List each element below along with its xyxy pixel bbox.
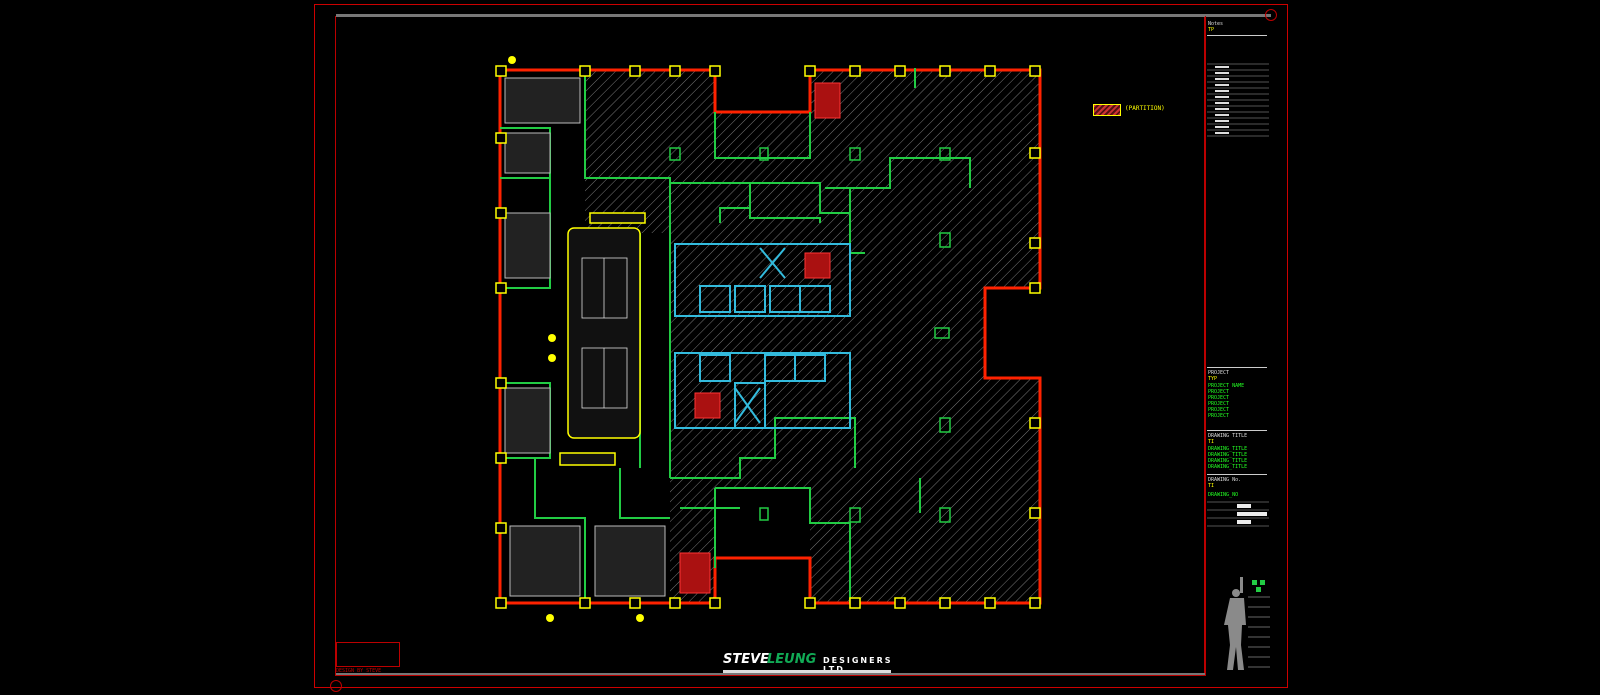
brand-steve: STEVE	[723, 652, 770, 667]
project-rule	[1207, 367, 1267, 368]
modulor-figure-logo	[1224, 577, 1270, 670]
brand-leung: LEUNG	[767, 652, 817, 667]
drawing-title-line-4: DRAWING_TITLE	[1208, 464, 1248, 470]
legend-label: (PARTITION)	[1125, 105, 1165, 112]
brand-bar	[723, 670, 891, 673]
legend-swatch	[1093, 104, 1121, 116]
floor-plan[interactable]	[490, 48, 1060, 628]
drawing-title-rule	[1207, 430, 1267, 431]
revision-table	[1207, 63, 1269, 137]
stamp-text: DESIGN BY STEVE	[336, 668, 382, 674]
corner-mark-bottom-left	[330, 680, 342, 692]
drawing-no-value: DRAWING_NO	[1208, 492, 1239, 498]
project-code: TYP	[1208, 376, 1218, 382]
drawing-title-code: TI	[1208, 439, 1215, 445]
notes-rule	[1207, 35, 1267, 36]
sheet-info-table	[1207, 501, 1269, 527]
project-line-6: PROJECT	[1208, 413, 1230, 419]
drawing-no-rule	[1207, 474, 1267, 475]
stamp-box	[336, 642, 400, 667]
company-logo: STEVE LEUNG DESIGNERS LTD	[723, 652, 893, 674]
notes-sub: TP	[1208, 27, 1215, 33]
drawing-no-code: TI	[1208, 483, 1215, 489]
workstation-zone[interactable]	[559, 212, 646, 466]
top-rule	[336, 14, 1271, 17]
